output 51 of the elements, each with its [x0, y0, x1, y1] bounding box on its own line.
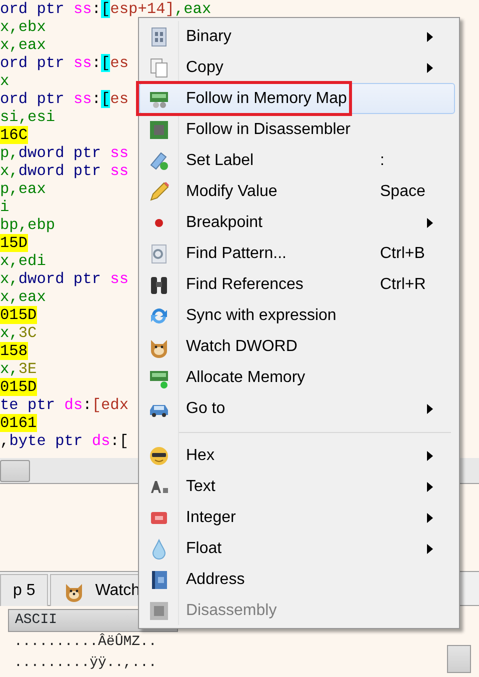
shortcut-text: Ctrl+R: [380, 274, 427, 294]
code-line: x,dword ptr ss: [0, 270, 129, 288]
sunglasses-face-icon: [148, 444, 170, 466]
copy-icon: [148, 56, 170, 78]
menu-item[interactable]: Integer: [139, 502, 455, 533]
menu-item[interactable]: Go to: [139, 393, 455, 424]
code-line: x,eax: [0, 36, 46, 54]
tab[interactable]: p 5: [0, 574, 48, 606]
code-line: ord ptr ss:[esp+14],eax: [0, 0, 212, 18]
menu-item[interactable]: Modify Value Space: [139, 176, 455, 207]
code-line: x,ebx: [0, 18, 46, 36]
code-line: p,dword ptr ss: [0, 144, 129, 162]
code-line: bp,ebp: [0, 216, 56, 234]
menu-item[interactable]: Find Pattern... Ctrl+B: [139, 238, 455, 269]
code-line: x,3C: [0, 324, 37, 342]
code-line: x,3E: [0, 360, 37, 378]
code-line: te ptr ds:[edx: [0, 396, 129, 414]
code-line: ,byte ptr ds:[: [0, 432, 129, 450]
menu-item[interactable]: Set Label :: [139, 145, 455, 176]
scrollbar-thumb[interactable]: [447, 645, 471, 673]
shortcut-text: Ctrl+B: [380, 244, 426, 264]
code-line: x,dword ptr ss: [0, 162, 129, 180]
code-line: si,esi: [0, 108, 56, 126]
scrollbar-thumb[interactable]: [0, 460, 30, 482]
dump-row-text: ..........ÂëÛMZ..: [14, 632, 157, 652]
code-line: x,edi: [0, 252, 46, 270]
menu-item[interactable]: Allocate Memory: [139, 362, 455, 393]
code-line: ord ptr ss:[es: [0, 54, 129, 72]
code-line: ord ptr ss:[es: [0, 90, 129, 108]
menu-item[interactable]: Find References Ctrl+R: [139, 269, 455, 300]
menu-item[interactable]: Text: [139, 471, 455, 502]
menu-item[interactable]: Float: [139, 533, 455, 564]
code-line: i: [0, 198, 10, 216]
chip-icon: [148, 600, 170, 622]
code-line: p,eax: [0, 180, 46, 198]
chip-icon: [148, 118, 170, 140]
pencil-icon: [148, 180, 170, 202]
menu-item[interactable]: Follow in Memory Map: [139, 83, 455, 114]
menu-item[interactable]: Hex: [139, 440, 455, 471]
menu-item[interactable]: Follow in Disassembler: [139, 114, 455, 145]
shortcut-text: :: [380, 150, 386, 170]
menu-item[interactable]: Copy: [139, 52, 455, 83]
shortcut-text: Space: [380, 182, 426, 202]
code-line: x: [0, 72, 10, 90]
dump-row-text: .........ÿÿ..,...: [14, 654, 157, 673]
menu-item[interactable]: Breakpoint: [139, 207, 455, 238]
label-icon: [148, 150, 170, 172]
code-line: x,eax: [0, 288, 46, 306]
menu-item[interactable]: Binary: [139, 21, 455, 52]
menu-item[interactable]: Watch DWORD: [139, 331, 455, 362]
menu-item[interactable]: Sync with expression: [139, 300, 455, 331]
